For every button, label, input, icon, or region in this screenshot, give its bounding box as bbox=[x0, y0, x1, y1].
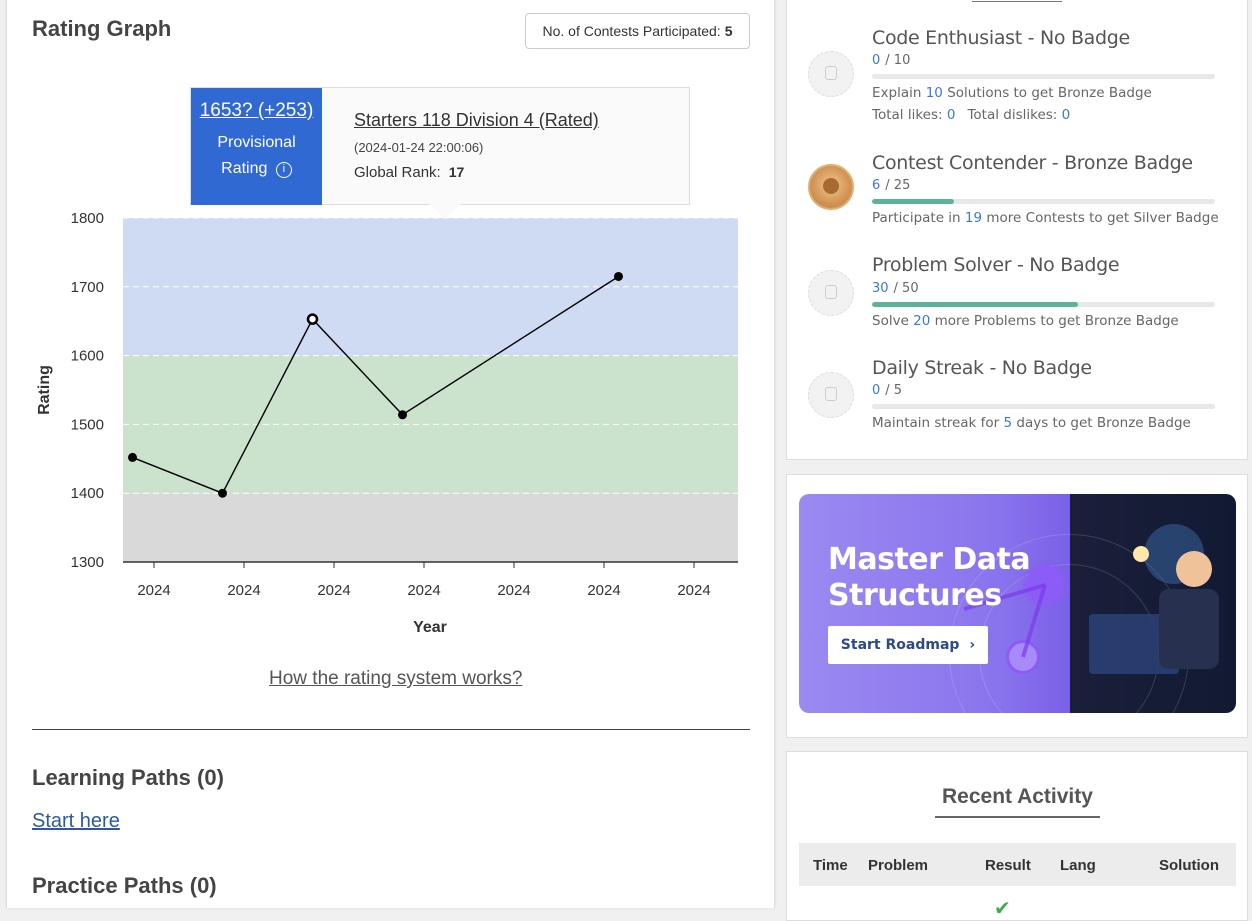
trophy-icon bbox=[808, 164, 854, 210]
badge-progress-text: 0/ 10 bbox=[872, 53, 911, 68]
lock-icon bbox=[808, 51, 854, 97]
badge-progress-text: 0/ 5 bbox=[872, 383, 903, 398]
provisional-line1: Provisional bbox=[217, 134, 296, 151]
column-header-time[interactable]: Time bbox=[813, 857, 848, 874]
tooltip-contest-date: (2024-01-24 22:00:06) bbox=[354, 140, 484, 155]
x-axis-label: Year bbox=[413, 619, 447, 636]
x-tick-label: 2024 bbox=[317, 582, 350, 599]
y-tick-label: 1700 bbox=[71, 279, 104, 296]
x-tick-label: 2024 bbox=[677, 582, 710, 599]
info-icon[interactable]: i bbox=[275, 162, 292, 178]
badges-header-underline bbox=[972, 1, 1062, 2]
contests-count: 5 bbox=[724, 23, 733, 39]
contests-label: No. of Contests Participated: bbox=[542, 23, 721, 39]
badge-progress-text: 30/ 50 bbox=[872, 281, 919, 296]
column-header-result[interactable]: Result bbox=[985, 857, 1031, 874]
data-point bbox=[398, 410, 407, 420]
banner-title: Master Data Structures bbox=[828, 542, 1031, 613]
rating-graph-title: Rating Graph bbox=[32, 16, 172, 41]
data-point-selected bbox=[306, 313, 319, 325]
badge-name: Problem Solver - No Badge bbox=[872, 254, 1120, 276]
badge-description: Maintain streak for 5 days to get Bronze… bbox=[872, 415, 1191, 431]
badge-progress-text: 6/ 25 bbox=[872, 178, 911, 193]
contest-tooltip: 1653? (+253) Provisional Rating i Starte… bbox=[190, 87, 690, 218]
activity-table-header: Time Problem Result Lang Solution bbox=[799, 843, 1236, 886]
data-point bbox=[128, 452, 137, 462]
lock-icon bbox=[808, 372, 854, 418]
start-here-link[interactable]: Start here bbox=[32, 810, 120, 833]
y-tick-label: 1600 bbox=[71, 348, 104, 365]
section-divider bbox=[32, 729, 750, 730]
y-tick-label: 1500 bbox=[71, 416, 104, 433]
provisional-line2: Rating bbox=[221, 160, 268, 177]
badge-progress-bar bbox=[872, 74, 1215, 79]
practice-paths-title: Practice Paths (0) bbox=[32, 873, 217, 898]
rating-line bbox=[132, 275, 619, 495]
recent-activity-card: Recent Activity Time Problem Result Lang… bbox=[786, 751, 1248, 921]
badge-progress-bar bbox=[872, 199, 1215, 204]
rating-band bbox=[123, 493, 738, 562]
tooltip-rating-link[interactable]: 1653? (+253) bbox=[191, 100, 322, 122]
recent-activity-underline bbox=[935, 816, 1100, 818]
column-header-lang[interactable]: Lang bbox=[1060, 857, 1096, 874]
data-point bbox=[218, 488, 227, 498]
column-header-solution[interactable]: Solution bbox=[1159, 857, 1219, 874]
rating-graph-card: Rating Graph No. of Contests Participate… bbox=[6, 0, 775, 908]
badge-name: Daily Streak - No Badge bbox=[872, 357, 1092, 379]
x-tick-label: 2024 bbox=[407, 582, 440, 599]
badge-description: Explain 10 Solutions to get Bronze Badge bbox=[872, 85, 1152, 101]
badge-progress-bar bbox=[872, 302, 1215, 307]
badge-likes: Total likes: 0 Total dislikes: 0 bbox=[872, 107, 1071, 123]
provisional-rating-label: Provisional Rating i bbox=[191, 130, 322, 182]
x-tick-label: 2024 bbox=[227, 582, 260, 599]
rating-system-link[interactable]: How the rating system works? bbox=[269, 668, 522, 690]
global-rank-value: 17 bbox=[448, 164, 465, 180]
badge-name: Code Enthusiast - No Badge bbox=[872, 27, 1130, 49]
badge-progress-fill bbox=[872, 302, 1078, 307]
tooltip-rating-panel: 1653? (+253) Provisional Rating i bbox=[191, 88, 322, 205]
tooltip-arrow bbox=[429, 204, 461, 218]
contests-participated-box: No. of Contests Participated: 5 bbox=[525, 13, 750, 49]
rating-band bbox=[123, 355, 738, 494]
recent-activity-title: Recent Activity bbox=[942, 785, 1093, 808]
badges-card: Code Enthusiast - No Badge 0/ 10 Explain… bbox=[786, 0, 1248, 460]
promo-banner[interactable]: Master Data Structures Start Roadmap › bbox=[799, 494, 1236, 713]
start-roadmap-button[interactable]: Start Roadmap › bbox=[828, 626, 988, 664]
lock-icon bbox=[808, 270, 854, 316]
tooltip-contest-link[interactable]: Starters 118 Division 4 (Rated) bbox=[354, 110, 599, 131]
badge-description: Solve 20 more Problems to get Bronze Bad… bbox=[872, 313, 1179, 329]
chevron-right-icon: › bbox=[969, 637, 976, 653]
y-axis-label: Rating bbox=[36, 365, 53, 415]
badge-progress-fill bbox=[872, 199, 955, 204]
y-tick-label: 1300 bbox=[71, 554, 104, 571]
learning-paths-title: Learning Paths (0) bbox=[32, 765, 224, 790]
badge-name: Contest Contender - Bronze Badge bbox=[872, 152, 1193, 174]
global-rank-label: Global Rank: bbox=[354, 164, 441, 181]
promo-card: Master Data Structures Start Roadmap › bbox=[786, 474, 1248, 738]
data-point bbox=[614, 271, 623, 281]
y-tick-label: 1800 bbox=[71, 210, 104, 227]
column-header-problem[interactable]: Problem bbox=[868, 857, 928, 874]
check-icon: ✔ bbox=[994, 898, 1011, 920]
rating-band bbox=[123, 218, 738, 356]
badge-description: Participate in 19 more Contests to get S… bbox=[872, 210, 1219, 226]
x-tick-label: 2024 bbox=[587, 582, 620, 599]
y-tick-label: 1400 bbox=[71, 485, 104, 502]
x-tick-label: 2024 bbox=[137, 582, 170, 599]
tooltip-global-rank: Global Rank: 17 bbox=[354, 164, 464, 181]
badge-progress-bar bbox=[872, 404, 1215, 409]
x-tick-label: 2024 bbox=[497, 582, 530, 599]
